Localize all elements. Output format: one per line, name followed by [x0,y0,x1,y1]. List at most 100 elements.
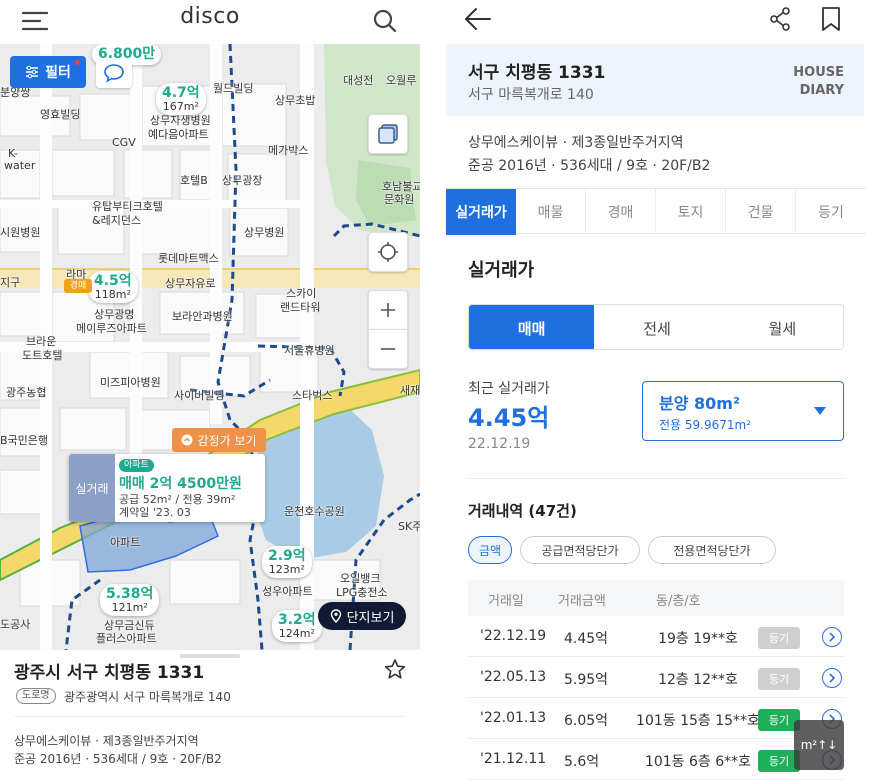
locate-button[interactable] [368,232,408,272]
tab-1[interactable]: 매물 [516,189,586,235]
filter-icon [26,65,39,79]
address-subtitle: 서구 마륵복개로 140 [468,87,594,103]
transaction-popup[interactable]: 실거래 아파트 매매 2억 4500만원 공급 52m² / 전용 39m² 계… [69,454,265,522]
table-header: 거래일 거래금액 동/층/호 [468,580,844,616]
price-pin[interactable]: 2.9억 123m² [262,546,312,579]
registry-badge[interactable]: 등기 [758,668,800,690]
history-title: 거래내역 (47건) [468,502,577,520]
appraisal-button[interactable]: 감정가 보기 [172,428,266,452]
table-row[interactable]: '22.01.13 6.05억 101동 15층 15**호 등기 [468,698,844,739]
logo-line-2: DIARY [799,83,844,98]
sheet-info-built: 준공 2016년 · 536세대 / 9호 · 20F/B2 [14,752,222,766]
filter-label: 필터 [45,65,71,81]
plus-icon [381,303,395,317]
row-price: 5.6억 [564,754,600,770]
address-header: 서구 치평동 1331 서구 마륵복개로 140 HOUSE DIARY [446,44,864,116]
caret-down-icon [814,407,826,415]
recent-date: 22.12.19 [468,436,531,452]
row-price: 4.45억 [564,631,609,647]
table-row[interactable]: '22.12.19 4.45억 19층 19**호 등기 [468,616,844,657]
table-row[interactable]: '22.05.13 5.95억 12층 12**호 등기 [468,657,844,698]
tab-0[interactable]: 실거래가 [446,189,516,235]
sheet-title: 광주시 서구 치평동 1331 [14,663,205,683]
top-bar: disco [0,0,420,44]
segment-2[interactable]: 월세 [720,305,843,349]
search-icon[interactable] [372,8,398,34]
unit-toggle-button[interactable]: m²↑↓ [794,720,844,770]
back-arrow-icon[interactable] [464,6,492,32]
bookmark-icon[interactable] [820,6,842,32]
area-select[interactable]: 분양 80m² 전용 59.9671m² [642,381,844,441]
price-pin[interactable]: 5.38억 121m² [100,584,160,617]
house-diary-logo: HOUSE DIARY [780,64,844,100]
row-unit: 12층 12**호 [658,672,738,688]
pin-price: 5.38억 [106,586,154,602]
zoom-in-button[interactable] [368,290,408,330]
row-price: 6.05억 [564,713,609,729]
chat-button[interactable] [96,58,132,88]
layers-icon [378,124,398,144]
sort-chip-2[interactable]: 전용면적당단가 [648,536,776,564]
crosshair-icon [378,242,398,262]
tabs-container: 실거래가 매물 경매 토지 건물 등기 [446,189,866,235]
address-title: 서구 치평동 1331 [468,63,606,83]
sort-chip-0[interactable]: 금액 [468,536,512,564]
row-date: '22.05.13 [480,669,547,685]
tab-5[interactable]: 등기 [796,189,866,235]
popup-side-label: 실거래 [69,454,115,522]
map-price-pins: 6,800만 4.7억 167m² 4.5억 118m² 2.9억 123m² 5.38억 12… [0,44,420,650]
row-unit: 101동 6층 6**호 [644,754,752,770]
pin-area: 167m² [162,99,199,113]
pin-price: 2.9억 [268,548,306,564]
section-title: 실거래가 [468,260,535,281]
section-divider [468,478,844,479]
row-unit: 19층 19**호 [658,631,738,647]
price-pin[interactable]: 4.5억 118m² [88,271,138,304]
appraisal-label: 감정가 보기 [197,433,257,448]
registry-badge[interactable]: 등기 [758,627,800,649]
brand-logo: disco [180,4,240,29]
chat-bubble-icon [104,64,124,83]
layers-button[interactable] [368,114,408,154]
row-date: '22.01.13 [480,710,547,726]
tab-3[interactable]: 토지 [656,189,726,235]
map-panel: disco 대성전 오월루 월드빌딩 분양쌍 상무초밥 영효빌딩 상무자생병원 … [0,0,420,780]
map-view[interactable]: 대성전 오월루 월드빌딩 분양쌍 상무초밥 영효빌딩 상무자생병원 예다음아파트 CGV 메가박스… [0,44,420,650]
complex-view-button[interactable]: 단지보기 [318,602,406,630]
location-pin-icon [330,609,341,623]
share-icon[interactable] [768,6,792,32]
tab-2[interactable]: 경매 [586,189,656,235]
zoom-out-button[interactable] [368,329,408,369]
row-detail-chevron-icon[interactable] [822,668,842,688]
unit-toggle-label: m²↑↓ [800,738,838,752]
minus-icon [381,348,395,350]
detail-panel: 서구 치평동 1331 서구 마륵복개로 140 HOUSE DIARY 상무에… [446,0,866,780]
filter-button[interactable]: 필터 [10,56,86,88]
tab-4[interactable]: 건물 [726,189,796,235]
pin-area: 124m² [278,626,315,640]
chips-container: 금액 공급면적당단가 전용면적당단가 [468,536,844,564]
complex-info-zoning: 상무에스케이뷰 · 제3종일반주거지역 [468,135,684,151]
price-pin[interactable]: 4.7억 167m² [156,83,206,116]
header-unit: 동/층/호 [656,594,701,609]
complex-info-built: 준공 2016년 · 536세대 / 9호 · 20F/B2 [468,158,711,174]
sheet-divider [14,716,404,717]
tab-bar: 실거래가 매물 경매 토지 건물 등기 [446,188,866,235]
table-row[interactable]: '21.12.11 5.6억 101동 6층 6**호 등기 [468,739,844,780]
arrow-up-circle-icon [181,434,193,446]
row-date: '22.12.19 [480,628,547,644]
row-detail-chevron-icon[interactable] [822,627,842,647]
segment-1[interactable]: 전세 [594,305,719,349]
row-date: '21.12.11 [480,751,547,767]
auction-badge: 경매 [64,279,92,293]
price-pin[interactable]: 3.2억 124m² [272,610,322,643]
favorite-star-icon[interactable] [384,658,406,680]
segment-0[interactable]: 매매 [469,305,595,349]
bottom-sheet[interactable]: 광주시 서구 치평동 1331 도로명 광주광역시 서구 마륵복개로 140 상… [0,650,420,780]
header-price: 거래금액 [558,594,606,609]
sort-chip-1[interactable]: 공급면적당단가 [520,536,640,564]
pin-price: 4.5억 [94,273,132,289]
road-address: 광주광역시 서구 마륵복개로 140 [64,690,231,704]
popup-contract-date: 계약일 '23. 03 [119,506,191,519]
pin-area: 123m² [268,562,305,576]
